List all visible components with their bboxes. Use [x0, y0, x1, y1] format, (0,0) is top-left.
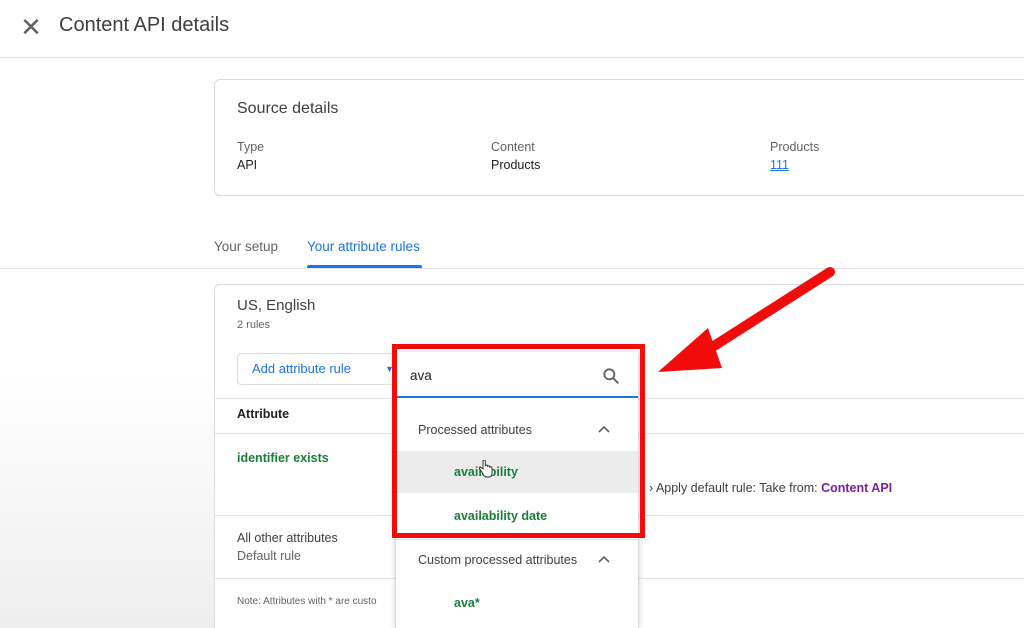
tabs-divider: [0, 268, 1024, 269]
source-details-heading: Source details: [237, 100, 339, 117]
group-custom-processed-attributes[interactable]: Custom processed attributes: [396, 539, 638, 579]
rule-source-link[interactable]: Content API: [821, 481, 892, 495]
add-attribute-rule-label: Add attribute rule: [252, 361, 352, 376]
tab-your-attribute-rules[interactable]: Your attribute rules: [307, 239, 420, 254]
rule-description: › Apply default rule: Take from: Content…: [649, 481, 892, 495]
chevron-up-icon: [598, 555, 610, 563]
top-bar: ✕ Content API details: [0, 0, 1024, 58]
default-rule-label: Default rule: [237, 549, 301, 563]
rule-prefix: › Apply default rule: Take from:: [649, 481, 822, 495]
content-value: Products: [491, 158, 541, 172]
group-custom-processed-attributes-label: Custom processed attributes: [418, 553, 578, 567]
type-value: API: [237, 158, 258, 172]
all-other-attributes-label: All other attributes: [237, 531, 338, 545]
red-highlight-box: [392, 344, 645, 538]
type-label: Type: [237, 140, 265, 154]
products-label: Products: [770, 140, 820, 154]
attribute-identifier-exists[interactable]: identifier exists: [237, 451, 329, 465]
rules-count: 2 rules: [237, 319, 271, 331]
page-title: Content API details: [59, 14, 230, 36]
add-attribute-rule-button[interactable]: Add attribute rule ▼: [237, 353, 407, 385]
option-ava-custom[interactable]: ava*: [396, 582, 638, 624]
custom-attributes-note: Note: Attributes with * are custo: [237, 596, 377, 607]
tab-your-setup[interactable]: Your setup: [214, 239, 278, 254]
region-title: US, English: [237, 297, 316, 314]
products-count-link[interactable]: 111: [770, 158, 789, 172]
red-arrow-annotation: [658, 267, 835, 372]
attribute-column-header: Attribute: [237, 407, 290, 421]
close-icon[interactable]: ✕: [18, 14, 44, 40]
content-label: Content: [491, 140, 535, 154]
source-details-card: Source details Type API Content Products…: [214, 79, 1024, 196]
